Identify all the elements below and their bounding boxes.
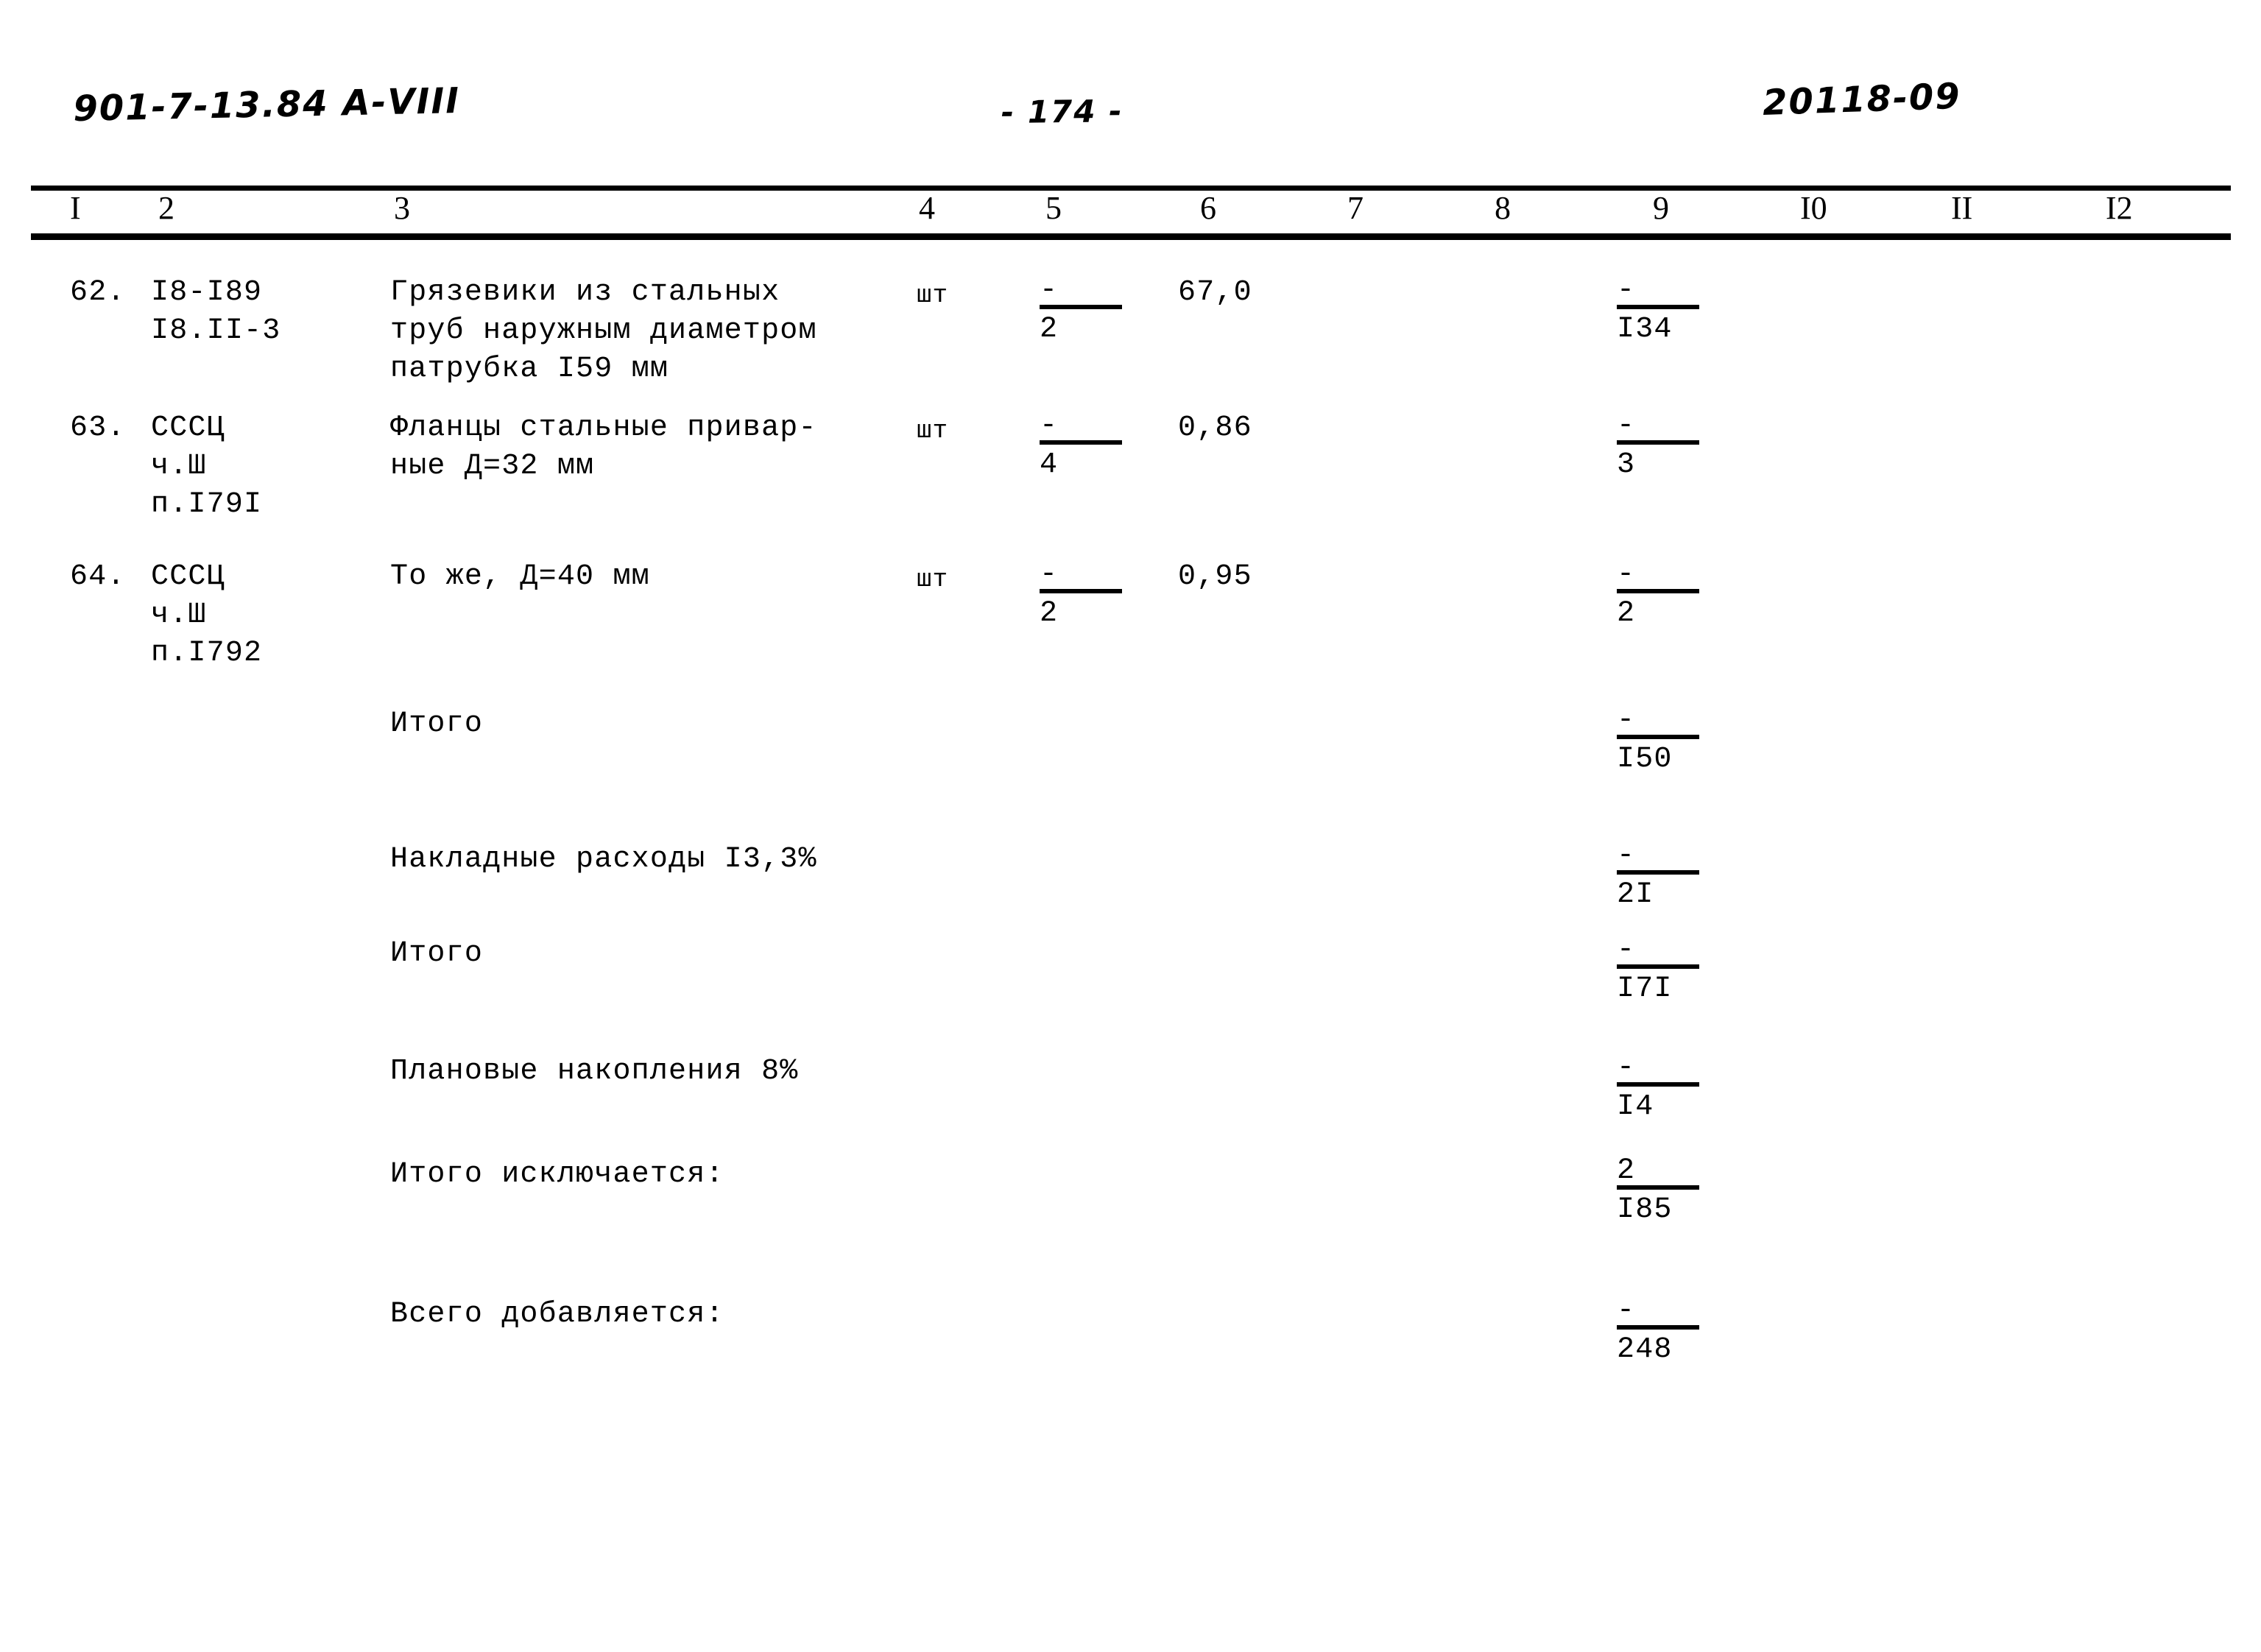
- row-total-fraction-denominator: 2: [1617, 597, 1636, 630]
- summary-total-fraction-numerator: -: [1617, 1051, 1636, 1084]
- row-code-line: СССЦ: [151, 412, 225, 445]
- row-unit-price: 0,95: [1178, 560, 1252, 593]
- summary-total-fraction: - I50: [1617, 704, 1764, 776]
- summary-label: Итого: [390, 937, 484, 970]
- row-quantity-fraction-numerator: -: [1040, 558, 1059, 591]
- summary-row: Итого - I7I: [0, 935, 2261, 1045]
- row-total-fraction-numerator: -: [1617, 558, 1636, 591]
- document-page: 901-7-13.84 А-VIII - 174 - 20118-09 I234…: [0, 0, 2261, 1652]
- row-description-line: патрубка I59 мм: [390, 353, 669, 386]
- row-quantity-fraction-numerator: -: [1040, 274, 1059, 307]
- row-quantity-fraction-denominator: 2: [1040, 313, 1059, 346]
- row-code-line: п.I792: [151, 637, 263, 670]
- summary-total-fraction: - I4: [1617, 1051, 1764, 1123]
- row-total-fraction-numerator: -: [1617, 409, 1636, 442]
- row-code-line: ч.Ш: [151, 450, 207, 483]
- summary-label: Плановые накопления 8%: [390, 1055, 799, 1088]
- table-row: 62. I8-I89 I8.II-3 Грязевики из стальных тру…: [0, 274, 2261, 414]
- summary-total-fraction-numerator: -: [1617, 1294, 1636, 1327]
- summary-total-fraction-denominator: I7I: [1617, 973, 1673, 1006]
- row-unit: шт: [917, 282, 949, 310]
- row-quantity-fraction: -4: [1040, 409, 1187, 481]
- row-description-line: Фланцы стальные привар-: [390, 412, 817, 445]
- row-total-fraction: - I34: [1617, 274, 1764, 346]
- row-total-fraction-denominator: 3: [1617, 448, 1636, 481]
- row-total-fraction: -2: [1617, 558, 1764, 630]
- table-row: 63. СССЦ ч.Ш п.I79I Фланцы стальные привар-н…: [0, 409, 2261, 549]
- summary-row: Плановые накопления 8% - I4: [0, 1053, 2261, 1163]
- summary-label: Итого исключается:: [390, 1158, 724, 1191]
- summary-total-fraction: 2 I85: [1617, 1154, 1764, 1226]
- row-unit: шт: [917, 417, 949, 445]
- row-description-line: труб наружным диаметром: [390, 314, 817, 347]
- summary-total-fraction-denominator: I4: [1617, 1090, 1654, 1123]
- row-code-line: п.I79I: [151, 488, 263, 521]
- summary-total-fraction: - 2I: [1617, 839, 1764, 911]
- summary-total-fraction-numerator: -: [1617, 933, 1636, 967]
- summary-total-fraction-numerator: -: [1617, 839, 1636, 872]
- row-quantity-fraction-denominator: 4: [1040, 448, 1059, 481]
- summary-label: Итого: [390, 707, 484, 741]
- summary-total-fraction-denominator: I50: [1617, 743, 1673, 776]
- summary-total-fraction: - 248: [1617, 1294, 1764, 1366]
- row-position-number: 64.: [70, 560, 126, 593]
- row-quantity-fraction-denominator: 2: [1040, 597, 1059, 630]
- row-total-fraction-denominator: I34: [1617, 313, 1673, 346]
- row-code-line: ч.Ш: [151, 599, 207, 632]
- row-unit: шт: [917, 566, 949, 594]
- row-unit-price: 67,0: [1178, 276, 1252, 309]
- row-quantity-fraction: -2: [1040, 558, 1187, 630]
- summary-label: Всего добавляется:: [390, 1298, 724, 1331]
- row-description-line: ные Д=32 мм: [390, 450, 595, 483]
- summary-total-fraction-denominator: I85: [1617, 1193, 1673, 1226]
- row-code-line: I8.II-3: [151, 314, 281, 347]
- row-description-line: То же, Д=40 мм: [390, 560, 650, 593]
- row-code-line: I8-I89: [151, 276, 263, 309]
- summary-total-fraction-denominator: 248: [1617, 1333, 1673, 1366]
- row-position-number: 63.: [70, 412, 126, 445]
- summary-total-fraction-numerator: 2: [1617, 1154, 1636, 1187]
- row-total-fraction: -3: [1617, 409, 1764, 481]
- row-quantity-fraction-numerator: -: [1040, 409, 1059, 442]
- summary-row: Итого исключается: 2 I85: [0, 1156, 2261, 1266]
- row-position-number: 62.: [70, 276, 126, 309]
- table-body: 62. I8-I89 I8.II-3 Грязевики из стальных тру…: [0, 0, 2261, 1652]
- summary-total-fraction-denominator: 2I: [1617, 878, 1654, 911]
- summary-total-fraction: - I7I: [1617, 933, 1764, 1006]
- row-quantity-fraction: -2: [1040, 274, 1187, 346]
- row-unit-price: 0,86: [1178, 412, 1252, 445]
- summary-row: Всего добавляется: - 248: [0, 1296, 2261, 1406]
- summary-total-fraction-numerator: -: [1617, 704, 1636, 737]
- row-code-line: СССЦ: [151, 560, 225, 593]
- row-description-line: Грязевики из стальных: [390, 276, 780, 309]
- summary-label: Накладные расходы I3,3%: [390, 843, 817, 876]
- summary-row: Итого - I50: [0, 705, 2261, 816]
- table-row: 64. СССЦ ч.Ш п.I792 То же, Д=40 мм шт -2 0,95-2: [0, 558, 2261, 698]
- row-total-fraction-numerator: -: [1617, 274, 1636, 307]
